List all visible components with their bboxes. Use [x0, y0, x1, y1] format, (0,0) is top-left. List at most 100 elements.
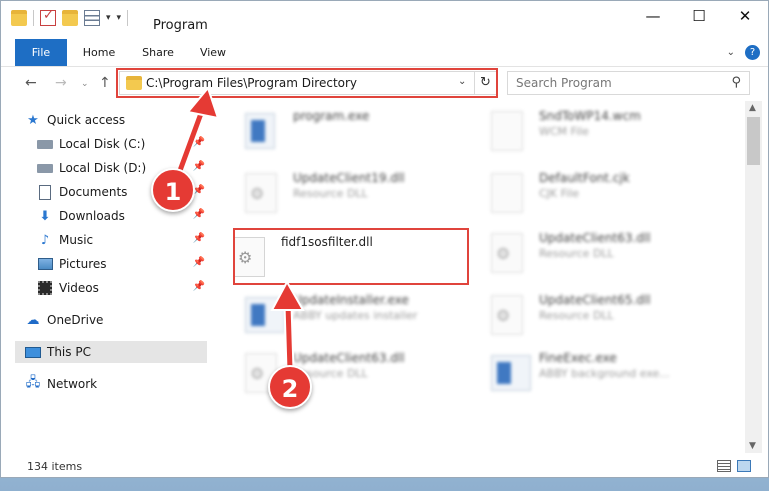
pin-icon[interactable]: 📌	[193, 209, 205, 220]
file-item[interactable]: ⚙ UpdateClient19.dll Resource DLL	[221, 167, 457, 217]
file-item[interactable]: DefaultFont.cjk CJK File	[467, 167, 703, 217]
vertical-scrollbar[interactable]: ▲ ▼	[745, 101, 762, 453]
scroll-down-icon[interactable]: ▼	[749, 441, 756, 451]
network-icon: 🖧	[25, 375, 41, 390]
file-type: ABBY background exe...	[539, 367, 670, 380]
tab-file[interactable]: File	[15, 39, 67, 66]
up-arrow-icon[interactable]: ↑	[99, 75, 111, 91]
drive-icon	[37, 136, 53, 152]
sidebar-item-videos[interactable]: Videos 📌	[15, 277, 207, 299]
properties-check-icon[interactable]	[40, 8, 56, 26]
sidebar-item-music[interactable]: ♪ Music 📌	[15, 229, 207, 251]
navigation-pane: ★ Quick access Local Disk (C:) 📌 Local D…	[1, 101, 211, 453]
file-name: DefaultFont.cjk	[539, 171, 630, 185]
ribbon-tabs: File Home Share View ⌄ ?	[1, 39, 768, 67]
pictures-icon	[37, 256, 53, 272]
details-view-icon[interactable]	[717, 460, 731, 472]
application-icon	[245, 113, 275, 149]
expand-ribbon-icon[interactable]: ⌄	[727, 47, 735, 58]
address-bar-highlight	[116, 68, 498, 98]
scrollbar-thumb[interactable]	[747, 117, 760, 165]
film-icon	[37, 280, 53, 296]
sidebar-item-label: Documents	[59, 185, 128, 199]
forward-arrow-icon[interactable]: →	[55, 75, 67, 91]
sidebar-item-label: Network	[47, 377, 98, 391]
application-icon	[245, 297, 285, 333]
properties-icon[interactable]	[84, 10, 100, 26]
search-input[interactable]: Search Program ⚲	[507, 71, 750, 95]
file-type: CJK File	[539, 187, 580, 200]
file-name: UpdateClient19.dll	[293, 171, 405, 185]
file-type: Resource DLL	[539, 309, 614, 322]
chevron-down-icon[interactable]: ▾	[106, 13, 111, 23]
file-item[interactable]: ⚙ UpdateClient65.dll Resource DLL	[467, 289, 703, 339]
pin-icon[interactable]: 📌	[193, 137, 205, 148]
sidebar-item-label: OneDrive	[47, 313, 104, 327]
sidebar-item-this-pc[interactable]: This PC	[15, 341, 207, 363]
target-file-highlight	[233, 228, 469, 285]
sidebar-item-pictures[interactable]: Pictures 📌	[15, 253, 207, 275]
file-item[interactable]: ⚙ UpdateClient63.dll Resource DLL	[221, 347, 457, 397]
pin-icon[interactable]: 📌	[193, 257, 205, 268]
minimize-button[interactable]: —	[630, 1, 676, 31]
search-icon[interactable]: ⚲	[731, 75, 741, 90]
application-icon	[491, 355, 531, 391]
dll-file-icon: ⚙	[245, 173, 277, 213]
window-controls: — ☐ ✕	[630, 1, 768, 31]
file-name: UpdateClient65.dll	[539, 293, 651, 307]
sidebar-item-label: Downloads	[59, 209, 125, 223]
pin-icon[interactable]: 📌	[193, 161, 205, 172]
tab-home[interactable]: Home	[81, 39, 117, 66]
file-item[interactable]: UpdateInstaller.exe ABBY updates install…	[221, 289, 457, 339]
step-1-badge: 1	[151, 168, 195, 212]
scroll-up-icon[interactable]: ▲	[749, 103, 756, 113]
large-icons-view-icon[interactable]	[737, 460, 751, 472]
file-item[interactable]: ⚙ UpdateClient63.dll Resource DLL	[467, 227, 703, 277]
computer-icon	[25, 344, 41, 360]
help-icon[interactable]: ?	[745, 45, 760, 60]
title-bar: ▾ ▾ Program — ☐ ✕	[1, 1, 768, 39]
pin-icon[interactable]: 📌	[193, 233, 205, 244]
window-title: Program	[153, 18, 208, 33]
download-arrow-icon: ⬇	[39, 208, 51, 224]
file-type: Resource DLL	[293, 187, 368, 200]
file-name: UpdateInstaller.exe	[293, 293, 409, 307]
file-item[interactable]: FineExec.exe ABBY background exe...	[467, 347, 703, 397]
maximize-button[interactable]: ☐	[676, 1, 722, 31]
quick-access-toolbar: ▾ ▾	[11, 8, 129, 26]
dll-file-icon: ⚙	[491, 295, 523, 335]
back-arrow-icon[interactable]: ←	[25, 75, 37, 91]
tab-view[interactable]: View	[197, 39, 229, 66]
sidebar-item-network[interactable]: 🖧 Network	[15, 373, 207, 395]
folder-icon	[11, 10, 27, 26]
file-name: UpdateClient63.dll	[293, 351, 405, 365]
file-name: UpdateClient63.dll	[539, 231, 651, 245]
file-name: FineExec.exe	[539, 351, 617, 365]
sidebar-item-label: This PC	[47, 345, 91, 359]
ribbon-controls: ⌄ ?	[727, 45, 760, 60]
file-icon	[491, 111, 523, 151]
music-note-icon: ♪	[40, 232, 50, 248]
close-button[interactable]: ✕	[722, 1, 768, 31]
pin-icon[interactable]: 📌	[193, 281, 205, 292]
file-type: WCM File	[539, 125, 589, 138]
file-name: program.exe	[293, 109, 370, 123]
recent-locations-icon[interactable]: ⌄	[81, 79, 89, 89]
sidebar-item-quick-access[interactable]: ★ Quick access	[15, 109, 207, 131]
sidebar-item-onedrive[interactable]: ☁ OneDrive	[15, 309, 207, 331]
sidebar-item-local-disk-c[interactable]: Local Disk (C:) 📌	[15, 133, 207, 155]
file-icon	[491, 173, 523, 213]
search-placeholder[interactable]: Search Program	[516, 76, 612, 90]
step-2-badge: 2	[268, 365, 312, 409]
file-item[interactable]: program.exe	[221, 105, 457, 155]
sidebar-item-label: Quick access	[47, 113, 126, 127]
new-folder-icon[interactable]	[62, 10, 78, 26]
tab-share[interactable]: Share	[140, 39, 176, 66]
sidebar-item-label: Pictures	[59, 257, 107, 271]
toolbar-divider	[127, 10, 129, 26]
customize-toolbar-icon[interactable]: ▾	[117, 13, 122, 23]
dll-file-icon: ⚙	[491, 233, 523, 273]
documents-icon	[37, 184, 53, 200]
status-bar: 134 items	[1, 453, 768, 477]
file-item[interactable]: SndToWP14.wcm WCM File	[467, 105, 703, 155]
